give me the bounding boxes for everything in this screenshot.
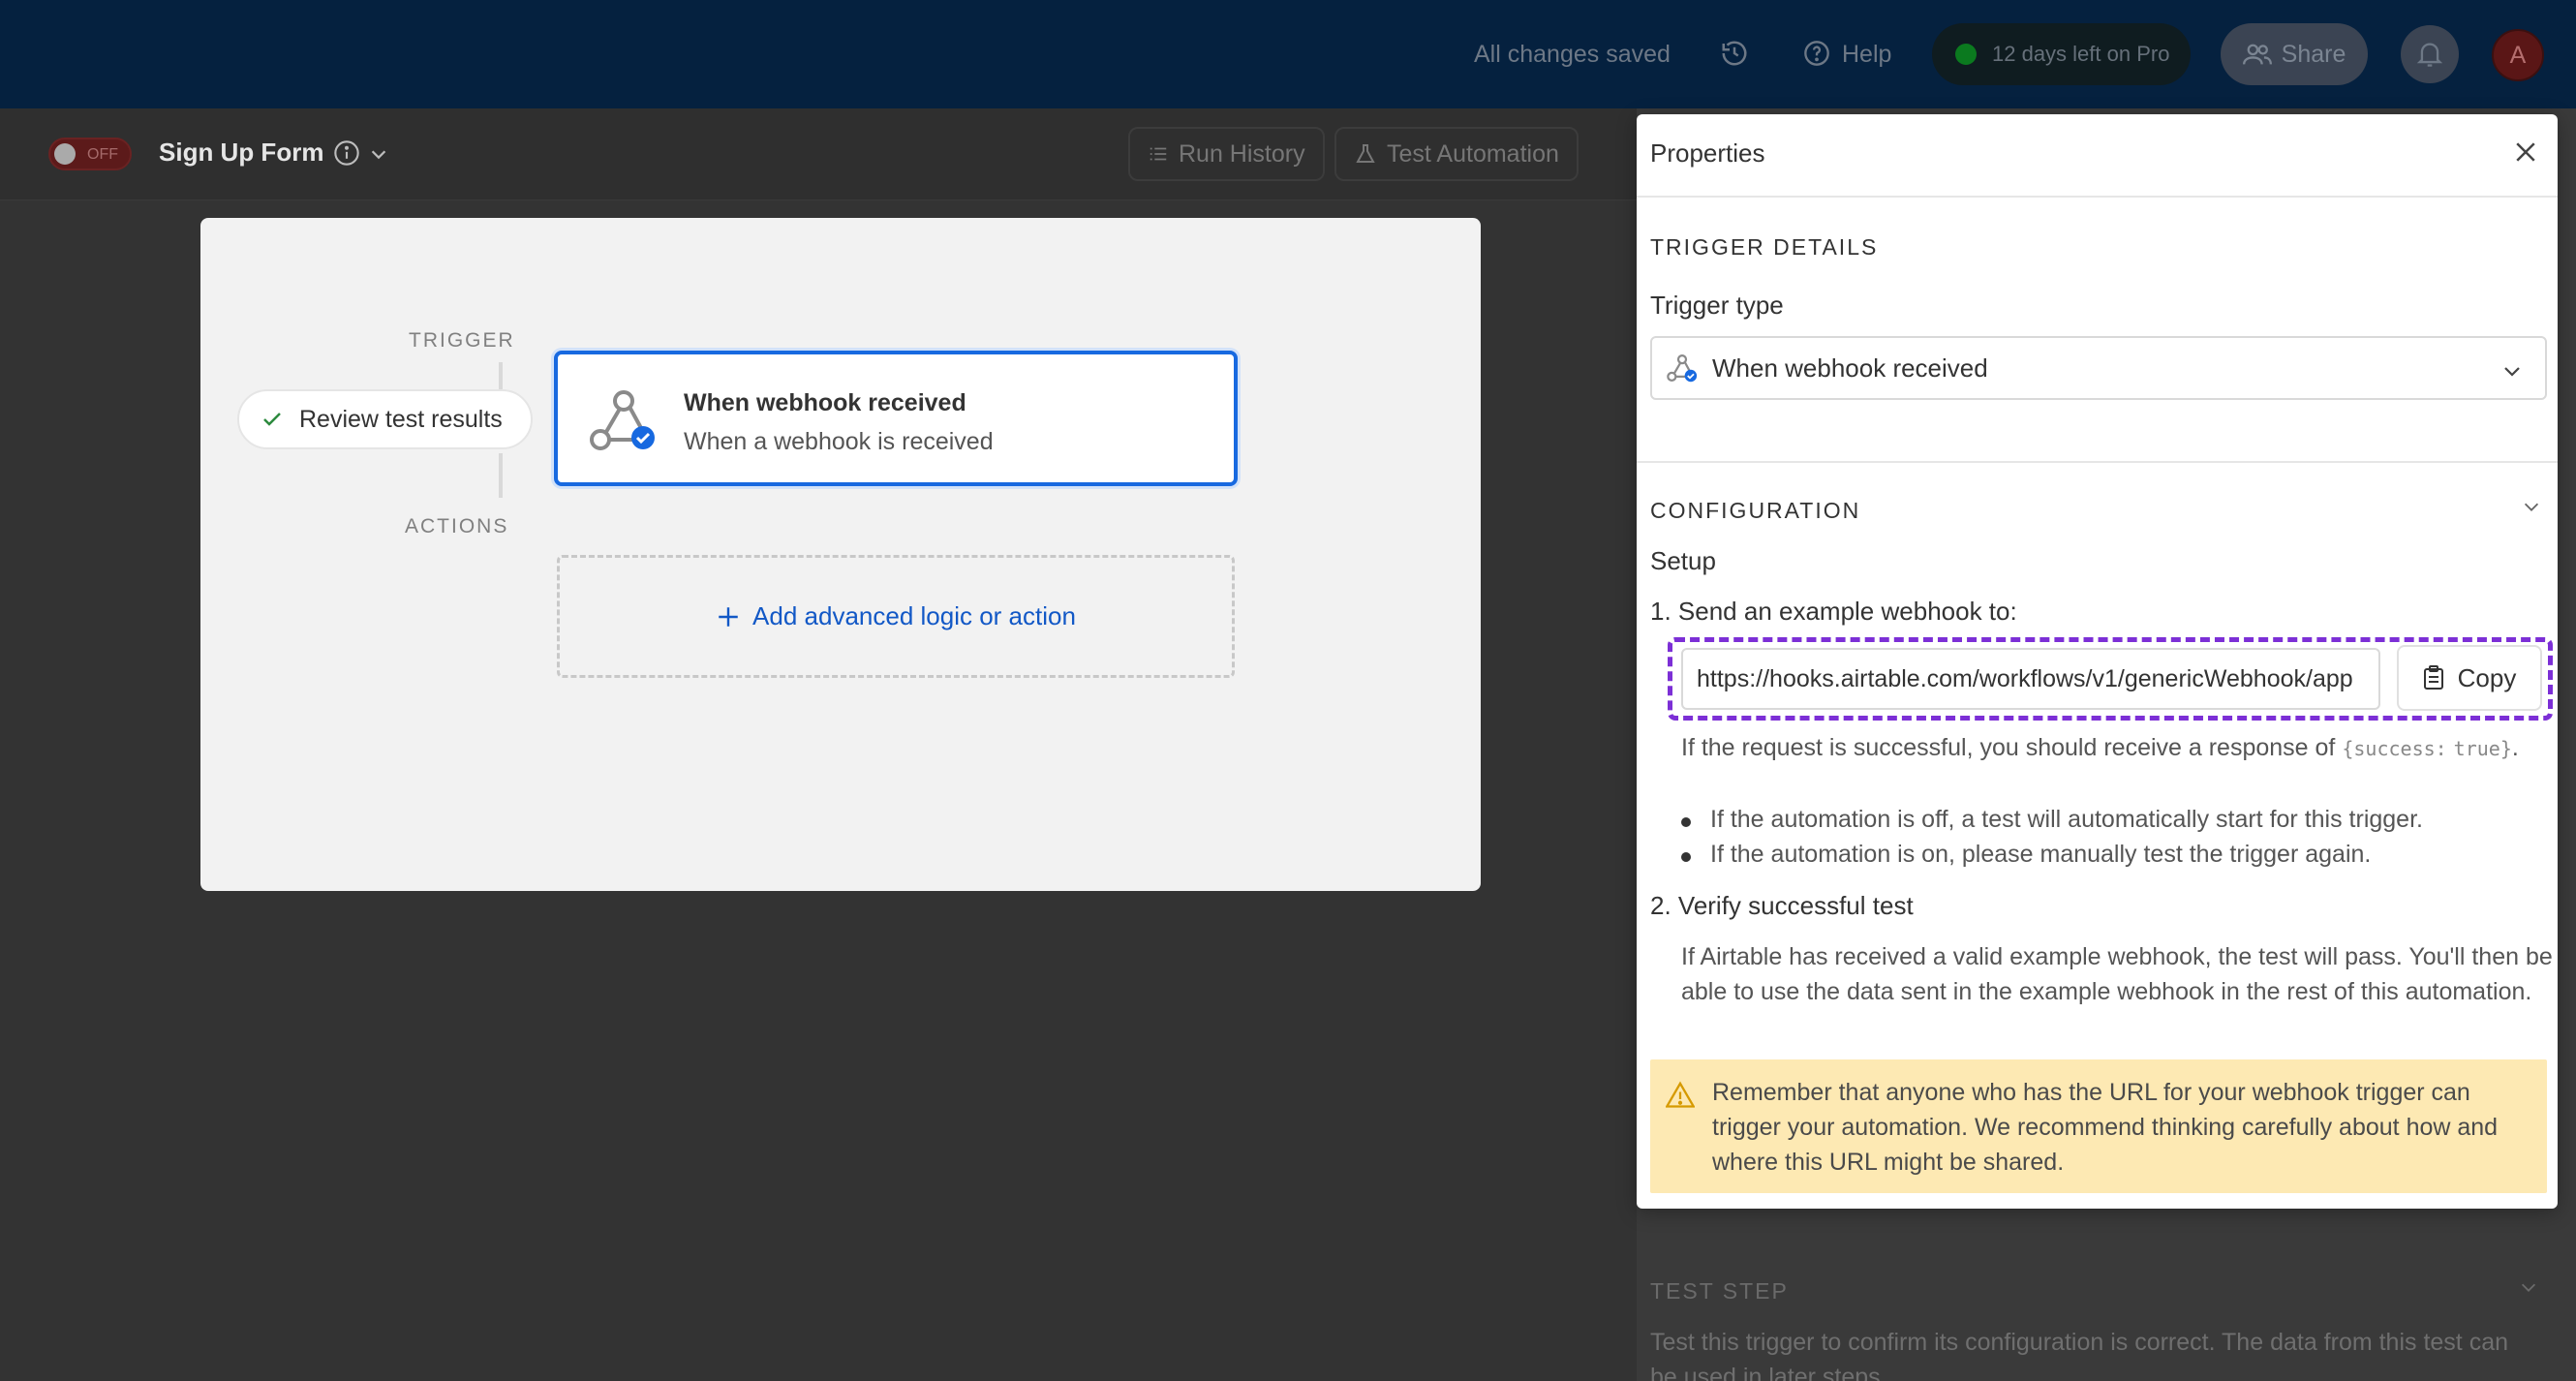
trigger-type-select[interactable]: When webhook received	[1650, 336, 2547, 400]
bullet-dot	[1681, 817, 1691, 827]
review-label: Review test results	[299, 405, 503, 433]
copy-button[interactable]: Copy	[2397, 645, 2542, 711]
chevron-down-icon	[2500, 359, 2524, 389]
copy-label: Copy	[2457, 662, 2517, 692]
warning-text: Remember that anyone who has the URL for…	[1712, 1079, 2499, 1176]
trial-text: 12 days left on Pro	[1992, 42, 2170, 66]
response-note: If the request is successful, you should…	[1681, 730, 2553, 766]
chevron-down-icon[interactable]	[368, 143, 389, 169]
info-icon[interactable]	[333, 139, 360, 171]
warning-icon	[1665, 1081, 1696, 1113]
actions-section-label: ACTIONS	[405, 515, 509, 537]
flask-icon	[1356, 144, 1375, 163]
run-history-button[interactable]: Run History	[1128, 127, 1325, 181]
bullet-text: If the automation is on, please manually…	[1710, 841, 2372, 868]
trigger-type-label: Trigger type	[1650, 291, 1784, 320]
trigger-section-label: TRIGGER	[409, 329, 515, 352]
check-icon	[263, 413, 281, 426]
add-action-label: Add advanced logic or action	[752, 601, 1076, 630]
help-link[interactable]: Help	[1842, 41, 1891, 69]
setup-label: Setup	[1650, 546, 1716, 575]
webhook-icon	[587, 385, 660, 460]
share-label: Share	[2281, 40, 2346, 68]
close-icon[interactable]	[2511, 138, 2540, 171]
bullet-dot	[1681, 852, 1691, 862]
webhook-url-field[interactable]: https://hooks.airtable.com/workflows/v1/…	[1681, 648, 2380, 710]
toggle-label: OFF	[87, 146, 118, 163]
top-bar: All changes saved Help 12 days left on P…	[0, 0, 2576, 108]
plus-icon	[719, 606, 738, 627]
trigger-card-subtitle: When a webhook is received	[684, 428, 994, 455]
properties-title: Properties	[1650, 138, 1765, 168]
configuration-heading: CONFIGURATION	[1650, 498, 1861, 523]
add-action-button[interactable]: Add advanced logic or action	[557, 555, 1235, 678]
step1-label: 1. Send an example webhook to:	[1650, 597, 2017, 626]
toggle-knob	[54, 143, 76, 165]
response-code-2: true}	[2453, 737, 2512, 760]
trigger-card-title: When webhook received	[684, 389, 966, 416]
run-history-label: Run History	[1179, 139, 1305, 168]
properties-panel: Properties TRIGGER DETAILS Trigger type …	[1637, 114, 2558, 1209]
avatar[interactable]: A	[2492, 29, 2544, 81]
automation-toggle[interactable]: OFF	[48, 138, 132, 170]
trigger-type-value: When webhook received	[1712, 353, 1988, 383]
help-icon[interactable]	[1803, 40, 1830, 72]
trial-status-icon	[1955, 44, 1977, 65]
automation-toolbar: OFF Sign Up Form Run History Test Automa…	[0, 108, 1637, 200]
trial-badge[interactable]: 12 days left on Pro	[1932, 23, 2191, 85]
users-icon	[2242, 44, 2272, 65]
test-automation-button[interactable]: Test Automation	[1334, 127, 1579, 181]
test-step-heading: TEST STEP	[1650, 1278, 1789, 1304]
list-item: If the automation is on, please manually…	[1681, 841, 2371, 869]
section-divider	[1637, 461, 2558, 463]
test-step-description: Test this trigger to confirm its configu…	[1650, 1329, 2509, 1381]
clipboard-icon	[2423, 665, 2443, 690]
bell-icon	[2416, 43, 2443, 67]
response-end: .	[2511, 734, 2519, 761]
automation-name[interactable]: Sign Up Form	[159, 138, 323, 168]
test-automation-label: Test Automation	[1387, 139, 1559, 168]
bullet-text: If the automation is off, a test will au…	[1710, 806, 2423, 833]
review-test-results-button[interactable]: Review test results	[237, 389, 533, 449]
response-text: If the request is successful, you should…	[1681, 734, 2336, 761]
save-status: All changes saved	[1474, 41, 1671, 68]
properties-header: Properties	[1637, 114, 2558, 198]
list-icon	[1150, 147, 1167, 161]
history-icon[interactable]	[1720, 39, 1749, 73]
webhook-icon	[1667, 354, 1698, 383]
chevron-down-icon[interactable]	[2521, 496, 2542, 522]
chevron-down-icon[interactable]	[2518, 1276, 2539, 1303]
share-button[interactable]: Share	[2221, 23, 2368, 85]
warning-banner: Remember that anyone who has the URL for…	[1650, 1059, 2547, 1193]
trigger-details-heading: TRIGGER DETAILS	[1650, 234, 1879, 260]
connector-line	[499, 362, 503, 389]
connector-line	[499, 453, 503, 498]
step2-description: If Airtable has received a valid example…	[1681, 943, 2553, 1005]
notifications-button[interactable]	[2401, 25, 2459, 83]
list-item: If the automation is off, a test will au…	[1681, 806, 2423, 834]
trigger-card[interactable]: When webhook received When a webhook is …	[554, 351, 1238, 486]
response-code-1: {success:	[2342, 737, 2447, 760]
step2-label: 2. Verify successful test	[1650, 891, 1914, 920]
